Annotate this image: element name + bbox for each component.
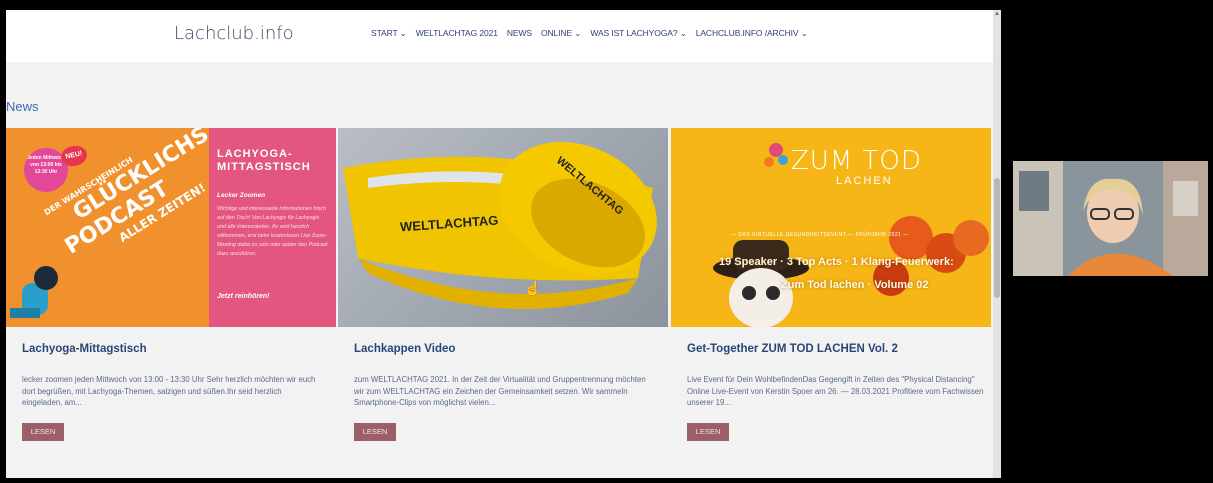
card-title[interactable]: Get-Together ZUM TOD LACHEN Vol. 2 (687, 343, 898, 355)
lachyoga-cta: Jetzt reinhören! (217, 293, 270, 300)
section-title: News (6, 99, 39, 114)
nav-item-start[interactable]: START ⌄ (371, 28, 407, 39)
nav-item-archiv[interactable]: LACHCLUB.INFO /ARCHIV ⌄ (696, 28, 808, 39)
caps-illustration (343, 141, 657, 309)
card-image-tod[interactable]: ZUM TOD LACHEN — DAS VIRTUELLE GESUNDHEI… (671, 128, 991, 327)
site-header: Lachclub.info START ⌄ WELTLACHTAG 2021 N… (6, 10, 994, 62)
microphone-icon (10, 266, 58, 318)
read-more-button[interactable]: LESEN (354, 423, 396, 441)
nav-item-online[interactable]: ONLINE ⌄ (541, 28, 581, 39)
webcam-video (1013, 161, 1208, 276)
lachyoga-panel: LACHYOGA-MITTAGSTISCH Lecker Zoomen Wich… (209, 128, 336, 327)
browser-viewport: Lachclub.info START ⌄ WELTLACHTAG 2021 N… (6, 10, 1001, 478)
tod-logo-sub: LACHEN (836, 175, 893, 187)
podcast-banner: Jeden Mittwoch von 13:00 bis 13:30 Uhr N… (6, 128, 239, 327)
read-more-button[interactable]: LESEN (687, 423, 729, 441)
scrollbar-thumb[interactable] (994, 178, 1000, 298)
site-logo[interactable]: Lachclub.info (174, 23, 294, 44)
hand-cursor-icon: ☝ (524, 280, 542, 296)
tod-subline: Zum Tod lachen · Volume 02 (781, 279, 929, 291)
news-card: Jeden Mittwoch von 13:00 bis 13:30 Uhr N… (6, 128, 336, 468)
card-excerpt: lecker zoomen jeden Mittwoch von 13:00 -… (22, 375, 316, 407)
main-nav: START ⌄ WELTLACHTAG 2021 NEWS ONLINE ⌄ W… (371, 28, 808, 39)
tod-logo: ZUM TOD (791, 146, 922, 176)
lachyoga-subtitle: Lecker Zoomen (217, 192, 266, 199)
caps-photo: WELTLACHTAG WELTLACHTAG (338, 128, 668, 327)
scroll-up-icon[interactable]: ▲ (993, 10, 1001, 18)
tod-tagline: — DAS VIRTUELLE GESUNDHEITSEVENT — FRÜHJ… (731, 232, 909, 238)
card-excerpt: Live Event für Dein WohlbefindenDas Gege… (687, 375, 984, 407)
card-image-caps[interactable]: WELTLACHTAG WELTLACHTAG (338, 128, 668, 327)
nav-item-weltlachtag[interactable]: WELTLACHTAG 2021 (416, 28, 498, 39)
nav-item-was-ist-lachyoga[interactable]: WAS IST LACHYOGA? ⌄ (590, 28, 686, 39)
news-card: WELTLACHTAG WELTLACHTAG Lachkappen Video… (338, 128, 668, 468)
read-more-button[interactable]: LESEN (22, 423, 64, 441)
lachyoga-body: Wichtige und interessante Informationen … (217, 206, 328, 257)
nav-item-news[interactable]: NEWS (507, 28, 532, 39)
tod-headline: 19 Speaker · 3 Top Acts · 1 Klang-Feuerw… (719, 256, 954, 268)
presenter-video-frame (1013, 161, 1208, 276)
card-excerpt: zum WELTLACHTAG 2021. In der Zeit der Vi… (354, 375, 646, 407)
card-title[interactable]: Lachyoga-Mittagstisch (22, 343, 147, 355)
news-card: ZUM TOD LACHEN — DAS VIRTUELLE GESUNDHEI… (671, 128, 991, 468)
lachyoga-title: LACHYOGA-MITTAGSTISCH (217, 148, 311, 173)
card-image-podcast[interactable]: Jeden Mittwoch von 13:00 bis 13:30 Uhr N… (6, 128, 336, 327)
tod-banner: ZUM TOD LACHEN — DAS VIRTUELLE GESUNDHEI… (671, 128, 991, 327)
card-title[interactable]: Lachkappen Video (354, 343, 455, 355)
